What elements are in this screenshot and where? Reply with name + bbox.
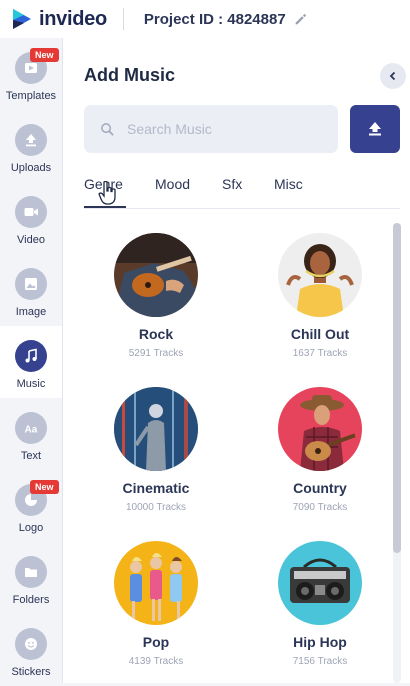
genre-name: Country (293, 480, 347, 496)
panel-title: Add Music (84, 65, 176, 85)
genre-card-chill-out[interactable]: Chill Out 1637 Tracks (255, 233, 385, 383)
video-camera-icon (24, 208, 38, 216)
genre-card-country[interactable]: Country 7090 Tracks (255, 387, 385, 537)
genre-card-cinematic[interactable]: Cinematic 10000 Tracks (91, 387, 221, 537)
country-guitar-image (278, 387, 362, 471)
genre-name: Rock (138, 326, 174, 342)
chevron-left-icon (389, 71, 396, 81)
sidebar-item-logo[interactable]: Logo New (0, 470, 62, 542)
sidebar-item-folders[interactable]: Folders (0, 542, 62, 614)
pencil-icon[interactable] (294, 13, 307, 26)
sidebar-item-label: Stickers (11, 666, 51, 678)
new-badge: New (30, 48, 59, 62)
brand-name: invideo (39, 7, 107, 30)
search-box (84, 105, 338, 153)
image-icon (25, 278, 37, 290)
upload-music-button[interactable] (350, 105, 400, 153)
sidebar-item-label: Image (15, 306, 47, 318)
cinematic-figure-image (114, 387, 198, 471)
sticker-icon (25, 638, 37, 650)
brand-logo[interactable]: invideo (10, 7, 107, 31)
tab-misc[interactable]: Misc (274, 176, 303, 192)
svg-text:Aa: Aa (25, 425, 38, 436)
genre-grid: Rock 5291 Tracks Chill Out 1637 Tracks C… (84, 223, 394, 683)
genre-name: Hip Hop (293, 634, 347, 650)
rock-guitarist-image (114, 233, 198, 317)
sidebar-item-label: Music (16, 378, 46, 390)
genre-name: Pop (142, 634, 170, 650)
search-input[interactable] (125, 120, 329, 138)
chill-out-meditation-image (278, 233, 362, 317)
search-icon (101, 122, 114, 136)
sidebar-item-video[interactable]: Video (0, 182, 62, 254)
sidebar-item-text[interactable]: Aa Text (0, 398, 62, 470)
sidebar-item-uploads[interactable]: Uploads (0, 110, 62, 182)
genre-name: Chill Out (290, 326, 350, 342)
music-note-icon (25, 348, 37, 363)
top-bar: invideo Project ID : 4824887 (0, 0, 410, 39)
genre-track-count: 1637 Tracks (292, 348, 348, 359)
genre-track-count: 7156 Tracks (292, 656, 348, 667)
genre-card-hip-hop[interactable]: Hip Hop 7156 Tracks (255, 541, 385, 683)
text-aa-icon: Aa (25, 425, 38, 436)
genre-card-rock[interactable]: Rock 5291 Tracks (91, 233, 221, 383)
music-tabs: Genre Mood Sfx Misc (84, 176, 400, 210)
genre-track-count: 10000 Tracks (125, 502, 187, 513)
hip-hop-boombox-image (278, 541, 362, 625)
sidebar-item-label: Text (20, 450, 42, 462)
pop-dancers-image (114, 541, 198, 625)
tabs-divider (84, 208, 400, 209)
project-id: Project ID : 4824887 (143, 10, 286, 28)
sidebar-item-label: Folders (12, 594, 50, 606)
sidebar-item-label: Video (17, 234, 45, 246)
left-sidebar: Templates New Uploads Video Image Music … (0, 38, 63, 683)
scrollbar-thumb[interactable] (393, 223, 401, 553)
templates-icon (25, 63, 37, 73)
collapse-panel-button[interactable] (380, 63, 406, 89)
upload-icon (369, 122, 381, 136)
logo-icon (25, 494, 37, 506)
hand-cursor-icon (98, 180, 116, 205)
sidebar-item-label: Logo (18, 522, 44, 534)
sidebar-item-templates[interactable]: Templates New (0, 38, 62, 110)
sidebar-item-label: Templates (5, 90, 57, 102)
genre-name: Cinematic (122, 480, 190, 496)
upload-icon (26, 134, 36, 147)
add-music-panel: Add Music Genre Mood Sfx Misc (63, 38, 410, 683)
sidebar-item-label: Uploads (10, 162, 52, 174)
tab-mood[interactable]: Mood (155, 176, 190, 192)
topbar-divider (122, 8, 124, 30)
tab-sfx[interactable]: Sfx (222, 176, 242, 192)
genre-track-count: 4139 Tracks (128, 656, 184, 667)
genre-card-pop[interactable]: Pop 4139 Tracks (91, 541, 221, 683)
sidebar-item-image[interactable]: Image (0, 254, 62, 326)
invideo-logo-icon (13, 9, 31, 29)
genre-track-count: 7090 Tracks (292, 502, 348, 513)
sidebar-item-stickers[interactable]: Stickers (0, 614, 62, 686)
sidebar-item-music[interactable]: Music (0, 326, 62, 398)
new-badge: New (30, 480, 59, 494)
genre-track-count: 5291 Tracks (128, 348, 184, 359)
folder-icon (25, 568, 37, 577)
